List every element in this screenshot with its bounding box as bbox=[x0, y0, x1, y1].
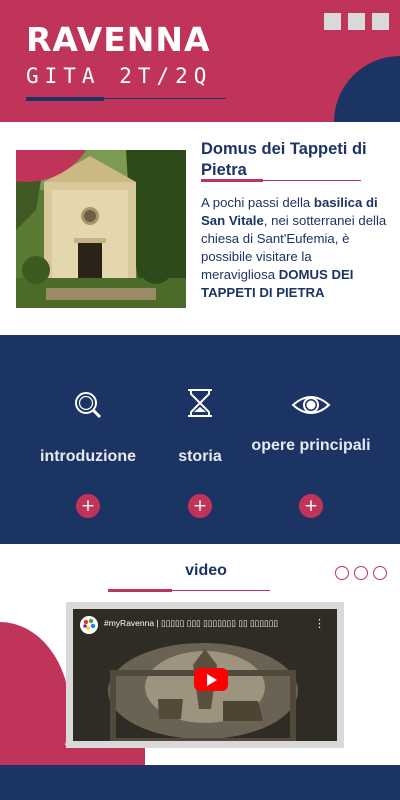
header-divider-accent bbox=[26, 97, 104, 101]
decorative-circle bbox=[334, 56, 400, 122]
footer-band bbox=[0, 765, 400, 800]
app-title: RAVENNA bbox=[26, 20, 211, 59]
square-button-3[interactable] bbox=[372, 13, 389, 30]
expand-storia-button[interactable]: + bbox=[188, 494, 212, 518]
square-button-1[interactable] bbox=[324, 13, 341, 30]
video-title: video bbox=[185, 562, 227, 579]
video-divider-accent bbox=[108, 589, 172, 592]
video-player[interactable]: #myRavenna | ▯▯▯▯▯ ▯▯▯ ▯▯▯▯▯▯▯ ▯▯ ▯▯▯▯▯▯… bbox=[73, 609, 337, 741]
expand-introduzione-button[interactable]: + bbox=[76, 494, 100, 518]
video-section: video #myRavenna | ▯▯▯▯▯ ▯▯▯ ▯▯▯▯▯▯▯ ▯▯ … bbox=[0, 544, 400, 800]
feature-label-opere-principali: opere principali bbox=[251, 437, 371, 454]
article-text-part: A pochi passi della bbox=[201, 195, 314, 210]
expand-opere-principali-button[interactable]: + bbox=[299, 494, 323, 518]
youtube-play-icon[interactable] bbox=[194, 668, 228, 691]
decorative-band bbox=[0, 745, 145, 765]
hourglass-icon[interactable] bbox=[180, 383, 220, 423]
header: RAVENNA GITA 2T/2Q bbox=[0, 0, 400, 122]
article-divider-accent bbox=[201, 179, 263, 182]
eye-icon[interactable] bbox=[291, 385, 331, 425]
video-frame: #myRavenna | ▯▯▯▯▯ ▯▯▯ ▯▯▯▯▯▯▯ ▯▯ ▯▯▯▯▯▯… bbox=[66, 602, 344, 748]
square-button-2[interactable] bbox=[348, 13, 365, 30]
article-section: Domus dei Tappeti di Pietra A pochi pass… bbox=[0, 122, 400, 335]
carousel-dot-1[interactable] bbox=[335, 566, 349, 580]
video-embed-title[interactable]: #myRavenna | ▯▯▯▯▯ ▯▯▯ ▯▯▯▯▯▯▯ ▯▯ ▯▯▯▯▯▯ bbox=[104, 618, 304, 629]
search-icon[interactable] bbox=[68, 385, 108, 425]
features-section: introduzione + storia + opere principali… bbox=[0, 335, 400, 544]
article-title: Domus dei Tappeti di Pietra bbox=[201, 140, 367, 179]
more-options-icon[interactable]: ⋮ bbox=[314, 617, 325, 630]
app-subtitle: GITA 2T/2Q bbox=[26, 64, 213, 88]
carousel-dot-2[interactable] bbox=[354, 566, 368, 580]
church-photo bbox=[16, 150, 186, 308]
channel-avatar[interactable] bbox=[80, 616, 98, 634]
article-text: A pochi passi della basilica di San Vita… bbox=[201, 194, 389, 302]
carousel-dot-3[interactable] bbox=[373, 566, 387, 580]
